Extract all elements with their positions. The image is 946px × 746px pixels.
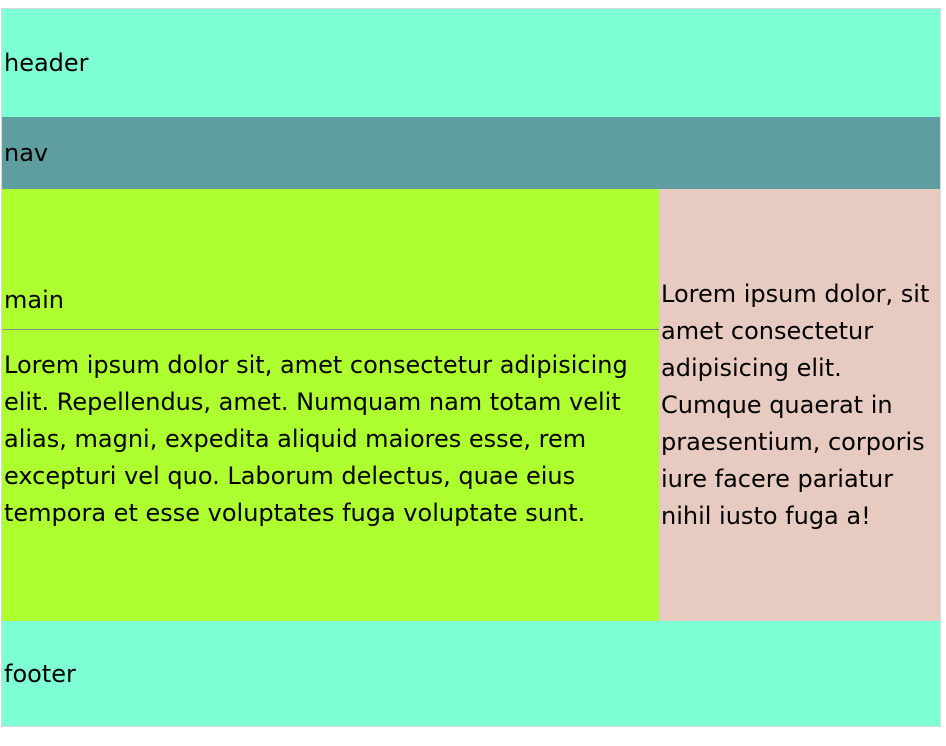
page-layout: header nav main Lorem ipsum dolor sit, a… <box>1 8 941 727</box>
aside-region: Lorem ipsum dolor, sit amet consectetur … <box>659 189 940 621</box>
main-divider <box>2 329 659 330</box>
header-region: header <box>2 9 940 117</box>
main-body-text: Lorem ipsum dolor sit, amet consectetur … <box>4 351 628 527</box>
header-label: header <box>4 49 89 77</box>
nav-label: nav <box>4 139 49 167</box>
footer-region: footer <box>2 621 940 726</box>
main-title: main <box>4 286 64 314</box>
main-region: main Lorem ipsum dolor sit, amet consect… <box>2 189 659 621</box>
nav-region: nav <box>2 117 940 189</box>
footer-label: footer <box>4 659 76 688</box>
aside-body-text: Lorem ipsum dolor, sit amet consectetur … <box>661 279 930 530</box>
